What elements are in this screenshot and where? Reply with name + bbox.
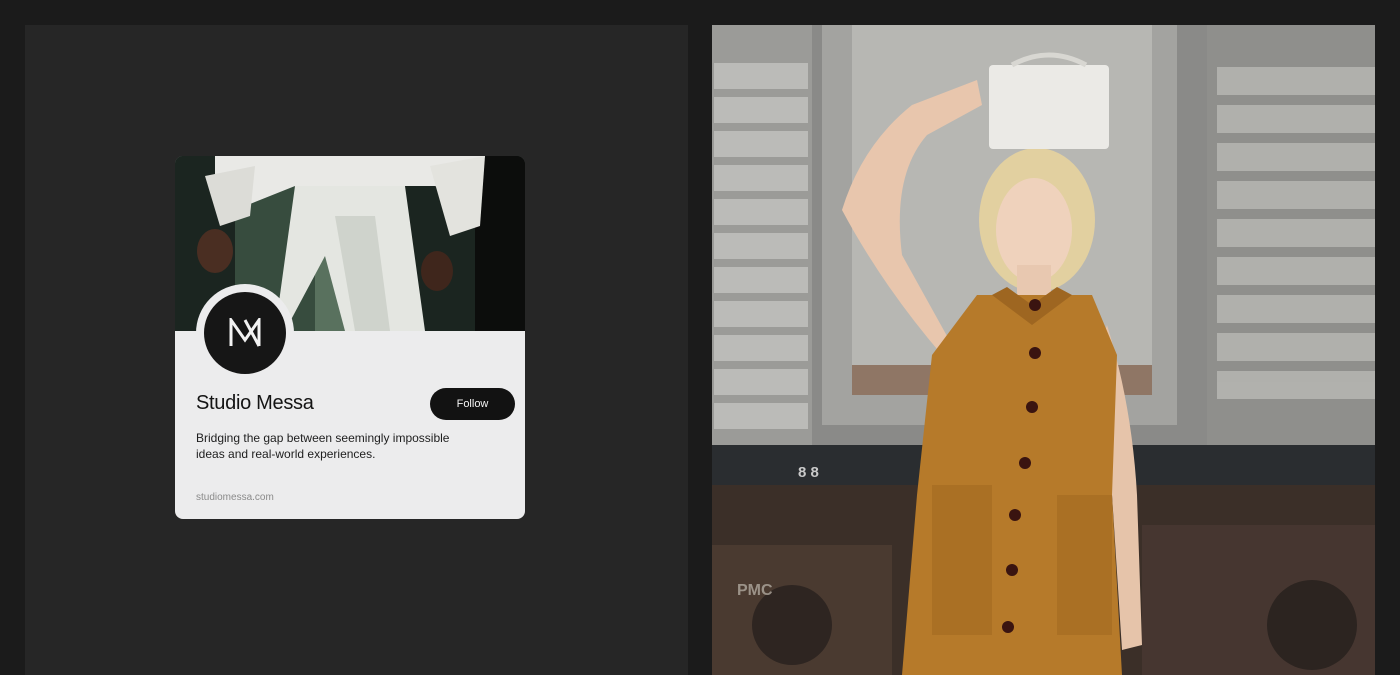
train-marking-text: PMC	[737, 582, 773, 599]
fashion-photo-illustration: 8 8 PMC	[712, 25, 1375, 675]
follow-button[interactable]: Follow	[430, 388, 515, 420]
studio-logo-avatar	[204, 292, 286, 374]
studio-messa-logo-icon	[229, 318, 261, 347]
profile-description: Bridging the gap between seemingly impos…	[196, 431, 450, 461]
profile-card: Studio Messa Follow Bridging the gap bet…	[175, 156, 525, 519]
left-panel: Studio Messa Follow Bridging the gap bet…	[25, 25, 688, 675]
profile-name: Studio Messa	[196, 392, 314, 414]
profile-website-link[interactable]: studiomessa.com	[196, 492, 274, 503]
train-number-text: 8 8	[798, 464, 819, 481]
fashion-photo: 8 8 PMC	[712, 25, 1375, 675]
